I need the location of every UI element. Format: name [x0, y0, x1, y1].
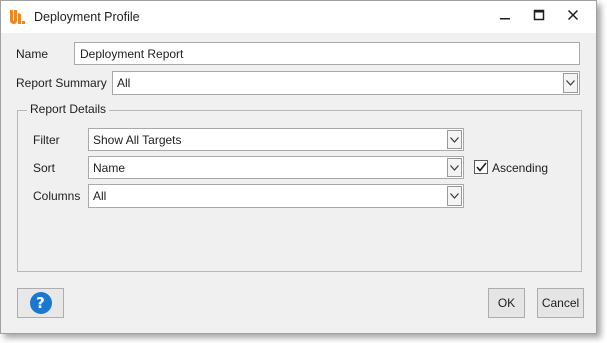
close-icon — [567, 9, 579, 21]
sort-select[interactable]: Name — [88, 156, 464, 179]
chevron-down-icon[interactable] — [563, 73, 578, 93]
window-title: Deployment Profile — [34, 10, 140, 24]
title-bar[interactable]: Deployment Profile — [1, 1, 596, 33]
cancel-button[interactable]: Cancel — [537, 288, 584, 318]
maximize-button[interactable] — [522, 1, 556, 29]
filter-select[interactable]: Show All Targets — [88, 128, 464, 151]
minimize-button[interactable] — [488, 1, 522, 29]
name-input[interactable]: Deployment Report — [74, 42, 580, 65]
name-input-value: Deployment Report — [80, 46, 184, 61]
sort-label: Sort — [33, 161, 56, 175]
help-button[interactable]: ? — [17, 288, 64, 318]
checkmark-icon — [475, 162, 487, 172]
chevron-down-icon[interactable] — [447, 158, 462, 177]
ok-button[interactable]: OK — [488, 288, 525, 318]
report-details-legend: Report Details — [27, 102, 110, 116]
sort-value: Name — [93, 160, 126, 175]
report-summary-select[interactable]: All — [112, 71, 580, 95]
columns-label: Columns — [33, 189, 81, 203]
report-summary-label: Report Summary — [16, 76, 107, 90]
name-label: Name — [16, 47, 49, 61]
filter-label: Filter — [33, 133, 60, 147]
maximize-icon — [533, 9, 545, 21]
columns-select[interactable]: All — [88, 184, 464, 208]
deployment-profile-dialog: Deployment Profile Name Deployment Repor… — [0, 0, 597, 334]
app-logo-icon — [8, 8, 26, 26]
filter-value: Show All Targets — [93, 132, 182, 147]
minimize-icon — [500, 18, 510, 20]
chevron-down-icon[interactable] — [447, 186, 462, 206]
ascending-checkbox[interactable] — [474, 160, 488, 174]
help-icon: ? — [29, 292, 52, 314]
chevron-down-icon[interactable] — [447, 130, 462, 149]
ascending-label[interactable]: Ascending — [492, 161, 548, 175]
close-button[interactable] — [556, 1, 590, 29]
report-summary-value: All — [117, 76, 131, 90]
columns-value: All — [93, 189, 107, 203]
